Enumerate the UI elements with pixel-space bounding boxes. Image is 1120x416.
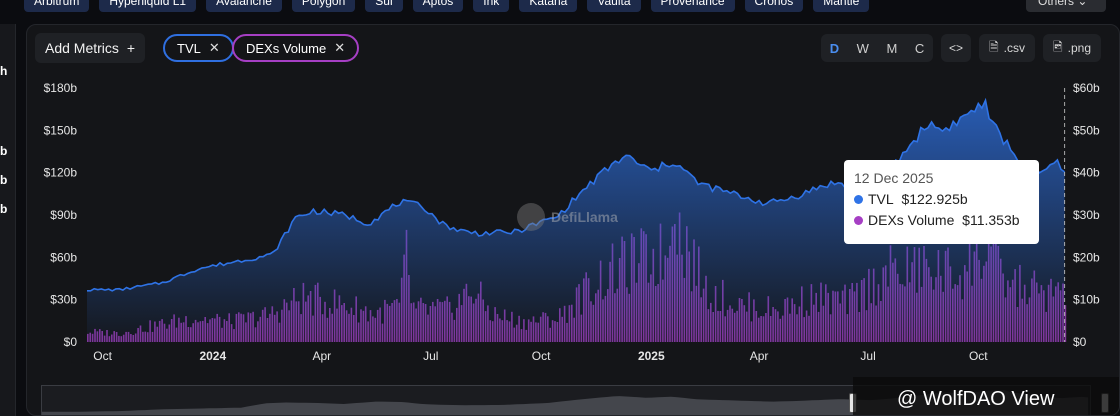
overlay-text: @ WolfDAO View	[897, 387, 1055, 410]
y-left-tick-label: $60b	[50, 250, 77, 264]
chain-filter-item[interactable]: Provenance	[650, 0, 735, 12]
chain-filter-item[interactable]: Vaulta	[587, 0, 641, 12]
tvl-dot-icon	[854, 195, 863, 204]
chain-filter-item[interactable]: Sui	[365, 0, 403, 12]
chain-filter-item[interactable]: Katana	[519, 0, 578, 12]
chain-filter-item[interactable]: Arbitrum	[24, 0, 90, 12]
y-right-tick-label: $50b	[1073, 123, 1100, 137]
left-partial-text: b	[0, 144, 8, 158]
chain-filter-item[interactable]: Cronos	[744, 0, 804, 12]
y-left-tick-label: $30b	[50, 293, 77, 307]
tooltip-series-name: TVL	[868, 191, 894, 207]
tooltip-series-value: $122.925b	[901, 191, 968, 207]
llama-logo-icon	[517, 203, 545, 231]
y-left-tick-label: $0	[64, 335, 78, 349]
x-tick-label: Apr	[750, 349, 769, 363]
tooltip-date: 12 Dec 2025	[854, 170, 934, 186]
chain-filter-item[interactable]: Mantle	[813, 0, 870, 12]
left-partial-text: h	[0, 64, 8, 78]
chart-panel: Add Metrics + TVL ✕ DEXs Volume ✕ D W M …	[26, 24, 1120, 416]
chain-filter-item[interactable]: Hyperliquid L1	[99, 0, 197, 12]
tooltip-row-dex: DEXs Volume $11.353b	[854, 210, 1029, 231]
left-partial-text: b	[0, 202, 8, 216]
x-tick-label: Oct	[532, 349, 551, 363]
x-tick-label: 2025	[638, 349, 665, 363]
chain-filter-item[interactable]: Avalanche	[206, 0, 282, 12]
y-left-tick-label: $120b	[44, 166, 78, 180]
tooltip-series-value: $11.353b	[962, 212, 1020, 228]
tooltip-series-name: DEXs Volume	[868, 212, 955, 228]
x-tick-label: Oct	[969, 349, 988, 363]
left-partial-text: b	[0, 173, 8, 187]
page: Arbitrum Hyperliquid L1 Avalanche Polygon Su…	[0, 0, 1120, 416]
y-right-tick-label: $0	[1073, 335, 1087, 349]
chain-filter-item[interactable]: Polygon	[291, 0, 356, 12]
x-tick-label: Apr	[312, 349, 331, 363]
defillama-watermark: DefiLlama	[517, 203, 618, 231]
y-left-tick-label: $150b	[44, 123, 78, 137]
chain-filter-row: Arbitrum Hyperliquid L1 Avalanche Polygon Su…	[24, 0, 1120, 14]
chain-filter-item[interactable]: Ink	[473, 0, 510, 12]
y-right-tick-label: $30b	[1073, 208, 1100, 222]
y-left-tick-label: $90b	[50, 208, 77, 222]
tooltip-row-tvl: TVL $122.925b	[854, 189, 1029, 210]
chart-tooltip: 12 Dec 2025 TVL $122.925b DEXs Volume $1…	[844, 160, 1039, 244]
dex-dot-icon	[854, 216, 863, 225]
x-tick-label: Jul	[860, 349, 875, 363]
others-label: Others	[1038, 0, 1075, 8]
y-left-tick-label: $180b	[44, 81, 78, 95]
x-tick-label: Oct	[93, 349, 112, 363]
y-right-tick-label: $40b	[1073, 166, 1100, 180]
y-right-tick-label: $10b	[1073, 293, 1100, 307]
wolfdao-overlay: @ WolfDAO View	[853, 377, 1119, 415]
x-tick-label: 2024	[199, 349, 226, 363]
y-right-tick-label: $20b	[1073, 250, 1100, 264]
y-right-tick-label: $60b	[1073, 81, 1100, 95]
left-sidebar-partial: h b b b	[0, 24, 16, 416]
chevron-down-icon: ⌄	[1077, 0, 1088, 8]
x-tick-label: Jul	[423, 349, 438, 363]
others-dropdown[interactable]: Others ⌄	[1026, 0, 1106, 12]
watermark-text: DefiLlama	[551, 209, 618, 225]
chain-filter-item[interactable]: Aptos	[412, 0, 464, 12]
